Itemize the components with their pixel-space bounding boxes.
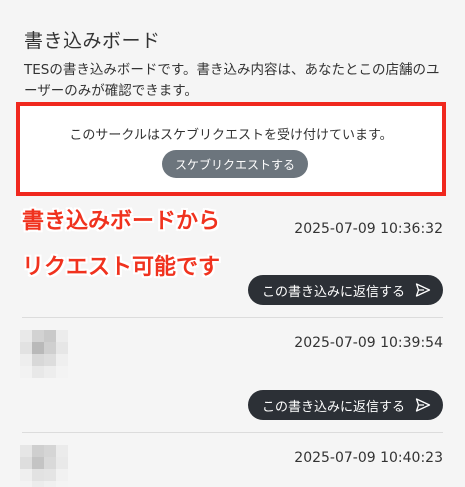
reply-button-label: この書き込みに返信する: [261, 284, 405, 300]
reply-button[interactable]: この書き込みに返信する: [247, 275, 443, 305]
sketch-request-callout: このサークルはスケブリクエストを受け付けています。 スケブリクエストする: [16, 102, 446, 196]
board-title: 書き込みボード: [24, 30, 161, 52]
annotation-line-1: 書き込みボードから: [22, 209, 221, 234]
post-divider: [22, 432, 443, 433]
send-icon: [415, 283, 431, 297]
reply-button-label: この書き込みに返信する: [261, 399, 405, 415]
pixelated-avatar: [20, 330, 68, 378]
post-divider: [22, 317, 443, 318]
board-description: TESの書き込みボードです。書き込み内容は、あなたとこの店舗のユーザーのみが確認…: [24, 62, 440, 99]
annotation-line-2: リクエスト可能です: [22, 255, 221, 280]
sketch-request-notice: このサークルはスケブリクエストを受け付けています。: [69, 128, 393, 143]
pixelated-avatar: [20, 445, 68, 487]
post-timestamp: 2025-07-09 10:39:54: [294, 335, 443, 351]
sketch-request-button[interactable]: スケブリクエストする: [162, 150, 308, 178]
writing-board-page: 書き込みボード TESの書き込みボードです。書き込み内容は、あなたとこの店舗のユ…: [0, 0, 465, 487]
post-timestamp: 2025-07-09 10:36:32: [294, 221, 443, 237]
post-timestamp: 2025-07-09 10:40:23: [294, 450, 443, 466]
send-icon: [415, 398, 431, 412]
reply-button[interactable]: この書き込みに返信する: [247, 390, 443, 420]
